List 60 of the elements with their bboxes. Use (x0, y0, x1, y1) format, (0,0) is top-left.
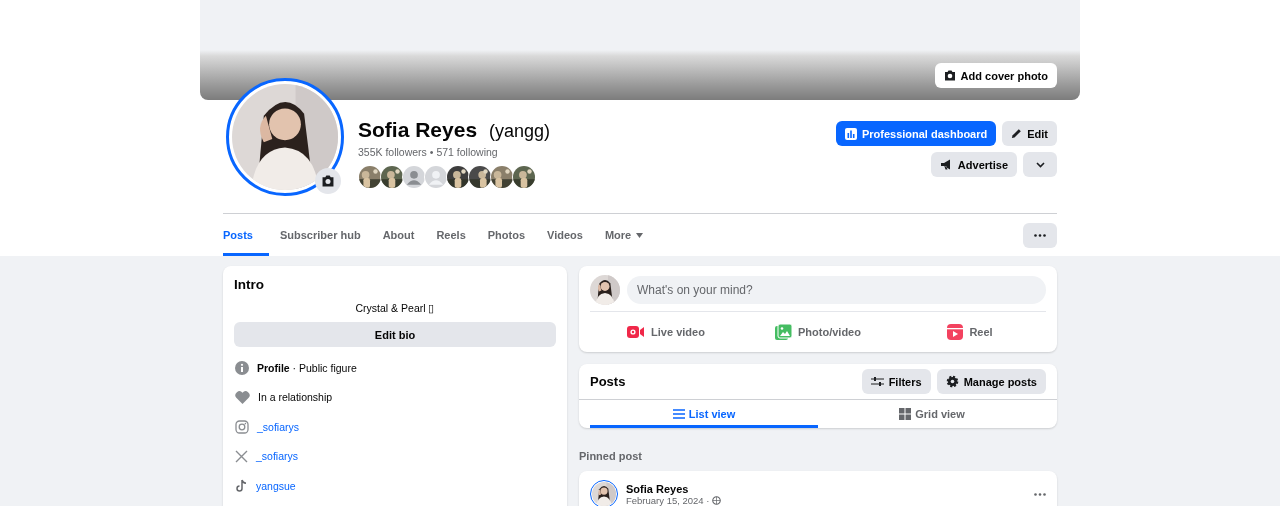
photo-icon (775, 324, 792, 340)
follower-stats[interactable]: 355K followers • 571 following (358, 146, 836, 158)
filters-button[interactable]: Filters (861, 369, 931, 394)
x-logo-icon (235, 449, 248, 463)
view-tab[interactable]: List view (590, 400, 818, 428)
profile-link[interactable]: _sofiarys (257, 420, 299, 433)
chevron-down-icon (1035, 161, 1045, 168)
dropdown-button[interactable] (1023, 152, 1057, 177)
camera-button[interactable] (315, 168, 341, 194)
megaphone-icon (939, 159, 953, 170)
avatar-icon[interactable] (403, 166, 425, 188)
caret-icon (636, 232, 644, 238)
gear-icon (945, 375, 959, 388)
sliders-icon (870, 376, 884, 387)
intro-detail: Profile · Public figure (257, 361, 357, 374)
profile-tab[interactable]: About (371, 214, 426, 256)
intro-title: Intro (234, 277, 265, 292)
post-date[interactable]: February 15, 2024 · (626, 494, 710, 506)
intro-detail: In a relationship (258, 391, 333, 404)
more-icon (1034, 233, 1046, 237)
composer-action[interactable]: Photo/video (742, 312, 894, 352)
profile-tab[interactable]: Subscriber hub (268, 214, 372, 256)
composer-action[interactable]: Reel (894, 312, 1046, 352)
profile-tab[interactable]: Posts (223, 214, 269, 256)
info-icon (235, 360, 249, 375)
camera-icon (943, 70, 956, 81)
view-tab[interactable]: Grid view (818, 400, 1046, 428)
chart-icon (844, 127, 857, 140)
advertise-button[interactable]: Advertise (930, 152, 1017, 177)
manage-posts-button[interactable]: Manage posts (936, 369, 1046, 394)
globe-icon (712, 495, 722, 505)
profile-link[interactable]: _sofiarys (256, 450, 298, 463)
add-cover-photo-button[interactable]: Add cover photo (934, 63, 1057, 88)
instagram-icon (235, 419, 249, 434)
posts-title: Posts (590, 374, 626, 389)
tiktok-icon (235, 478, 248, 493)
composer-action[interactable]: Live video (590, 312, 742, 352)
heart-icon (235, 390, 250, 404)
status-input-field[interactable]: What's on your mind? (627, 276, 1046, 304)
alternate-name: (yangg) (489, 121, 551, 142)
more-options-button[interactable] (1023, 222, 1057, 248)
pencil-icon (1011, 128, 1023, 139)
profile-name: Sofia Reyes (358, 118, 478, 142)
reel-icon (947, 324, 964, 340)
edit-bio-button[interactable]: Edit bio (234, 322, 556, 347)
profile-tab[interactable]: Photos (476, 214, 537, 256)
camera-icon (321, 175, 335, 187)
more-icon[interactable] (1034, 492, 1046, 496)
profile-tab[interactable]: More (593, 214, 655, 256)
list-icon (672, 409, 685, 419)
video-camera-icon (627, 325, 646, 339)
profile-link[interactable]: yangsue (256, 479, 296, 492)
bio-text: Crystal & Pearl ▯ (354, 302, 436, 314)
profile-tab[interactable]: Videos (536, 214, 594, 256)
grid-icon (899, 408, 912, 420)
pinned-post-label: Pinned post (579, 450, 643, 462)
edit-button[interactable]: Edit (1002, 121, 1057, 146)
profile-tab[interactable]: Reels (425, 214, 477, 256)
post-author[interactable]: Sofia Reyes (626, 482, 1026, 495)
professional-dashboard-button[interactable]: Professional dashboard (835, 121, 997, 146)
